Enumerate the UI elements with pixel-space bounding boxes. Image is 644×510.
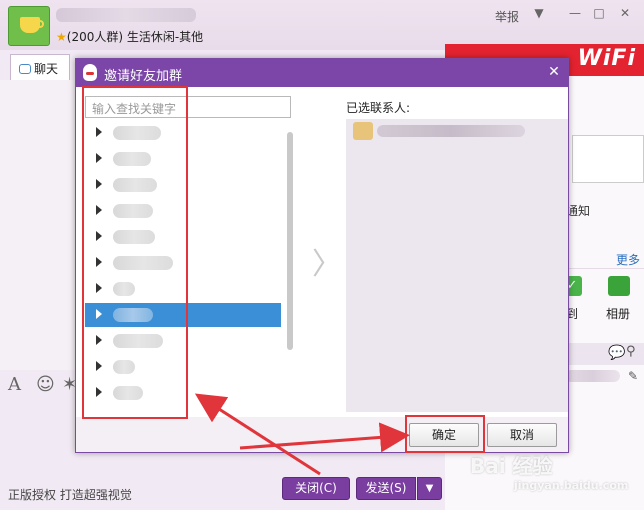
add-arrow-icon[interactable]: 〉: [312, 239, 342, 283]
maximize-icon[interactable]: □: [590, 6, 608, 22]
tree-scrollbar[interactable]: [287, 132, 293, 350]
tab-chat[interactable]: 聊天: [10, 54, 70, 80]
watermark-main: Bai 经验: [470, 454, 553, 478]
album-label[interactable]: 相册: [606, 305, 630, 322]
send-button[interactable]: 发送(S): [356, 477, 416, 500]
dialog-close-icon[interactable]: ✕: [546, 64, 562, 80]
contact-name-blurred: [377, 125, 525, 137]
avatar: [353, 122, 373, 140]
chat-bubble-icon: [19, 64, 31, 74]
window-close-icon[interactable]: ✕: [616, 6, 634, 22]
annotation-box-friend-list: [82, 86, 188, 419]
search-icon[interactable]: ⚲: [626, 344, 636, 359]
font-icon[interactable]: A: [8, 374, 21, 395]
footer-text: 正版授权 打造超强视觉: [8, 488, 132, 502]
annotation-box-ok-button: [405, 415, 485, 453]
member-name-blurred[interactable]: [565, 370, 620, 382]
watermark: Bai 经验 jingyan.baidu.com: [470, 450, 640, 498]
cancel-button[interactable]: 取消: [487, 423, 557, 447]
chat-toolbar: A ☺ ✶: [0, 372, 80, 400]
emoji-icon[interactable]: ☺: [36, 374, 55, 395]
report-link[interactable]: 举报: [495, 8, 519, 25]
group-subtitle: ★(200人群) 生活休闲-其他: [56, 28, 203, 45]
dialog-title: 邀请好友加群: [76, 59, 568, 87]
send-options-chevron-icon[interactable]: ▼: [417, 477, 442, 500]
selected-contacts-label: 已选联系人:: [346, 101, 411, 115]
album-icon[interactable]: [608, 276, 630, 296]
qq-penguin-icon: [83, 64, 97, 81]
chat-bubble-icon[interactable]: 💬: [608, 345, 625, 361]
group-subtitle-text: (200人群) 生活休闲-其他: [66, 30, 204, 44]
minimize-icon[interactable]: —: [566, 6, 584, 22]
menu-dropdown-icon[interactable]: ▼: [530, 6, 548, 22]
selected-contact-item[interactable]: [351, 122, 526, 140]
edit-icon[interactable]: ✎: [628, 369, 638, 383]
star-icon: ★: [56, 30, 67, 44]
announcement-box: [572, 135, 644, 183]
close-chat-button[interactable]: 关闭(C): [282, 477, 350, 500]
tab-chat-label: 聊天: [34, 62, 59, 76]
group-name-blurred: [56, 8, 196, 22]
notice-label[interactable]: 通知: [566, 202, 590, 219]
group-avatar[interactable]: [8, 6, 50, 46]
watermark-sub: jingyan.baidu.com: [514, 479, 629, 492]
more-link[interactable]: 更多: [616, 251, 640, 268]
selected-contacts-list[interactable]: [346, 119, 568, 412]
